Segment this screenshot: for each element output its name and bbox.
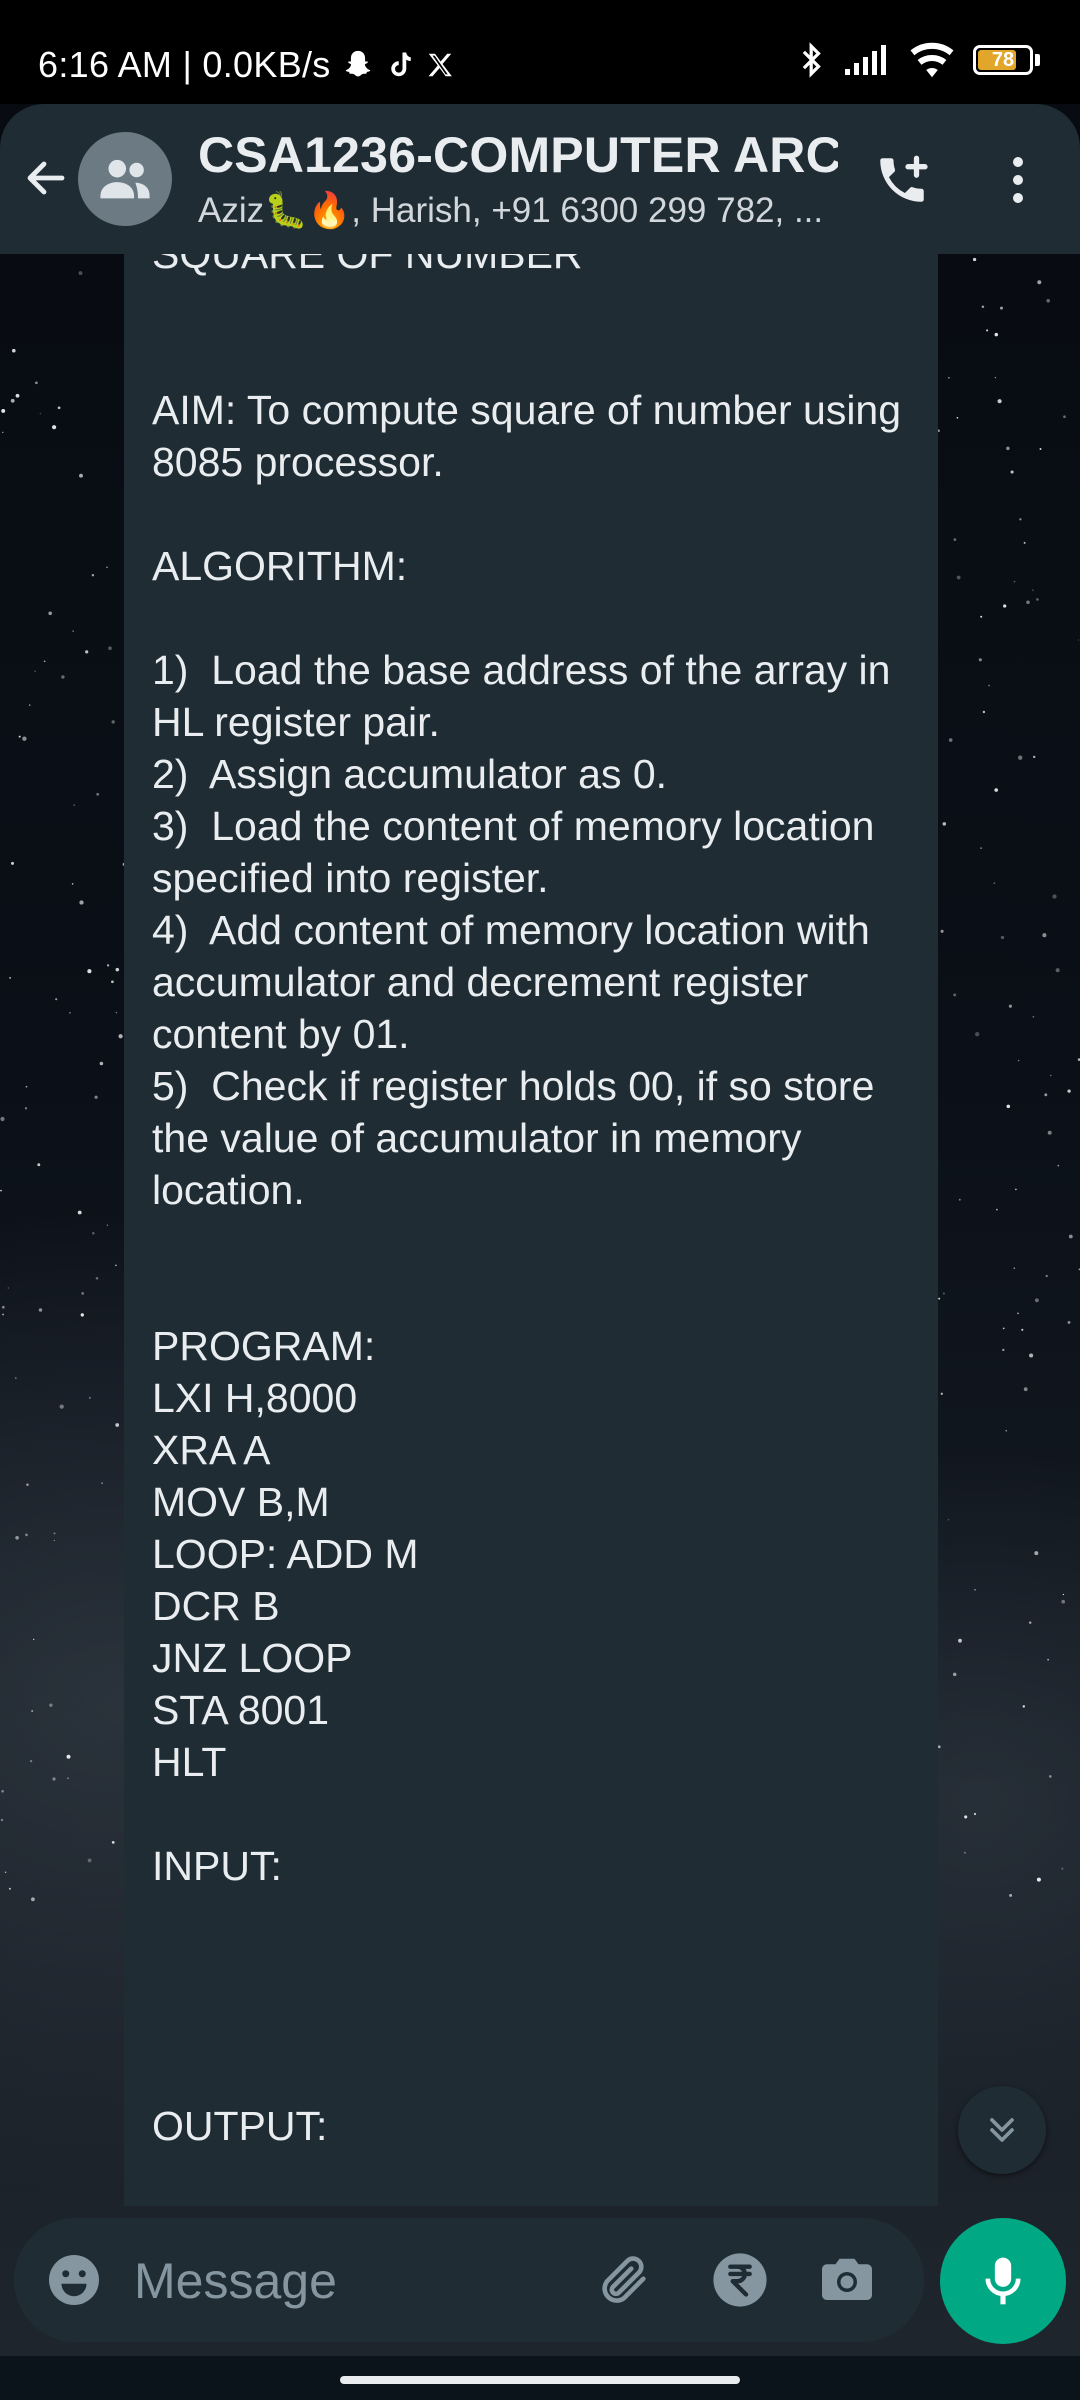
double-chevron-down-icon [990, 2118, 1014, 2142]
message-text: SQUARE OF NUMBER AIM: To compute square … [152, 254, 902, 2149]
status-bar: 6:16 AM | 0.0KB/s 78 [0, 0, 1080, 104]
attach-button[interactable] [592, 2248, 656, 2312]
signal-icon [845, 45, 886, 75]
emoji-button[interactable] [44, 2250, 104, 2310]
attach-icon [602, 2256, 646, 2303]
status-time-speed: 6:16 AM | 0.0KB/s [38, 44, 331, 85]
chat-title[interactable]: CSA1236-COMPUTER ARC... [198, 126, 838, 184]
voice-message-button[interactable] [940, 2218, 1066, 2344]
add-call-button[interactable] [870, 148, 934, 212]
back-arrow-icon [27, 161, 65, 195]
battery-icon: 78 [973, 45, 1040, 75]
back-button[interactable] [18, 146, 74, 210]
snapchat-icon [345, 50, 370, 77]
chat-header: CSA1236-COMPUTER ARC... Aziz🐛🔥, Harish, … [0, 104, 1080, 254]
navigation-bar [0, 2356, 1080, 2400]
payment-button[interactable] [710, 2250, 770, 2310]
more-vert-icon [1013, 157, 1023, 203]
battery-cap [1035, 54, 1040, 66]
mic-icon [985, 2257, 1021, 2305]
bluetooth-icon [802, 42, 821, 78]
battery-level: 78 [991, 48, 1015, 71]
wifi-icon [910, 42, 954, 78]
scroll-to-bottom-button[interactable] [958, 2086, 1046, 2174]
message-composer [14, 2218, 924, 2342]
emoji-icon [49, 2255, 99, 2305]
group-avatar[interactable] [78, 132, 172, 226]
x-icon [428, 53, 452, 77]
rupee-icon [713, 2253, 767, 2307]
message-input[interactable] [132, 2244, 576, 2318]
add-call-icon [880, 155, 928, 202]
group-avatar-icon [100, 159, 150, 199]
camera-icon [822, 2258, 872, 2300]
home-indicator[interactable] [340, 2376, 740, 2384]
camera-button[interactable] [814, 2248, 880, 2312]
status-left: 6:16 AM | 0.0KB/s [38, 44, 455, 86]
tiktok-icon [390, 52, 411, 77]
status-right: 78 [799, 40, 1040, 80]
battery-body: 78 [973, 45, 1033, 75]
chat-participants[interactable]: Aziz🐛🔥, Harish, +91 6300 299 782, ... [198, 190, 838, 231]
message-bubble[interactable]: SQUARE OF NUMBER AIM: To compute square … [124, 254, 938, 2206]
more-options-button[interactable] [990, 148, 1046, 212]
